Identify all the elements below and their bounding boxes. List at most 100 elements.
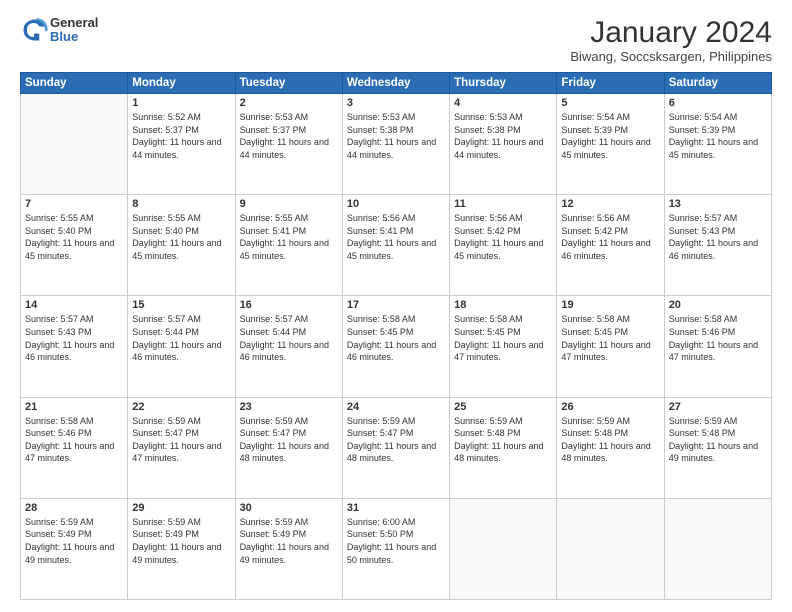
header: General Blue January 2024 Biwang, Soccsk…: [20, 16, 772, 64]
day-header-wednesday: Wednesday: [342, 73, 449, 94]
calendar-cell: 15 Sunrise: 5:57 AM Sunset: 5:44 PM Dayli…: [128, 296, 235, 397]
cell-day-number: 17: [347, 299, 445, 311]
calendar-cell: 14 Sunrise: 5:57 AM Sunset: 5:43 PM Dayli…: [21, 296, 128, 397]
cell-day-number: 10: [347, 198, 445, 210]
logo-icon: [20, 16, 48, 44]
calendar-cell: 25Sunrise: 5:59 AM Sunset: 5:48 PM Dayli…: [450, 397, 557, 498]
cell-day-number: 8: [132, 198, 230, 210]
cell-day-number: 1: [132, 97, 230, 109]
cell-day-number: 30: [240, 502, 338, 514]
cell-day-number: 27: [669, 401, 767, 413]
calendar-cell: 11Sunrise: 5:56 AM Sunset: 5:42 PM Dayli…: [450, 195, 557, 296]
cell-info: Sunrise: 5:59 AM Sunset: 5:49 PM Dayligh…: [25, 516, 123, 566]
calendar-cell: 29 Sunrise: 5:59 AM Sunset: 5:49 PM Dayli…: [128, 498, 235, 599]
cell-info: Sunrise: 5:59 AM Sunset: 5:48 PM Dayligh…: [454, 415, 552, 465]
cell-day-number: 12: [561, 198, 659, 210]
week-row-3: 21Sunrise: 5:58 AM Sunset: 5:46 PM Dayli…: [21, 397, 772, 498]
cell-day-number: 3: [347, 97, 445, 109]
cell-info: Sunrise: 5:52 AM Sunset: 5:37 PM Dayligh…: [132, 111, 230, 161]
logo-blue-text: Blue: [50, 30, 98, 44]
day-header-saturday: Saturday: [664, 73, 771, 94]
cell-info: Sunrise: 5:59 AM Sunset: 5:47 PM Dayligh…: [240, 415, 338, 465]
cell-info: Sunrise: 5:55 AM Sunset: 5:40 PM Dayligh…: [25, 212, 123, 262]
calendar-cell: 30 Sunrise: 5:59 AM Sunset: 5:49 PM Dayli…: [235, 498, 342, 599]
cell-day-number: 31: [347, 502, 445, 514]
calendar-cell: 27 Sunrise: 5:59 AM Sunset: 5:48 PM Dayli…: [664, 397, 771, 498]
calendar-cell: 17Sunrise: 5:58 AM Sunset: 5:45 PM Dayli…: [342, 296, 449, 397]
cell-day-number: 5: [561, 97, 659, 109]
calendar-cell: 12 Sunrise: 5:56 AM Sunset: 5:42 PM Dayli…: [557, 195, 664, 296]
cell-day-number: 4: [454, 97, 552, 109]
cell-info: Sunrise: 5:54 AM Sunset: 5:39 PM Dayligh…: [669, 111, 767, 161]
calendar-cell: 7Sunrise: 5:55 AM Sunset: 5:40 PM Daylig…: [21, 195, 128, 296]
cell-info: Sunrise: 5:56 AM Sunset: 5:42 PM Dayligh…: [561, 212, 659, 262]
cell-info: Sunrise: 5:59 AM Sunset: 5:49 PM Dayligh…: [132, 516, 230, 566]
cell-info: Sunrise: 5:58 AM Sunset: 5:46 PM Dayligh…: [669, 313, 767, 363]
cell-info: Sunrise: 5:58 AM Sunset: 5:45 PM Dayligh…: [454, 313, 552, 363]
subtitle: Biwang, Soccsksargen, Philippines: [570, 49, 772, 64]
calendar-cell: 19Sunrise: 5:58 AM Sunset: 5:45 PM Dayli…: [557, 296, 664, 397]
cell-info: Sunrise: 5:57 AM Sunset: 5:44 PM Dayligh…: [132, 313, 230, 363]
cell-info: Sunrise: 5:59 AM Sunset: 5:48 PM Dayligh…: [561, 415, 659, 465]
week-row-2: 14 Sunrise: 5:57 AM Sunset: 5:43 PM Dayli…: [21, 296, 772, 397]
logo-general-text: General: [50, 16, 98, 30]
calendar-cell: 6 Sunrise: 5:54 AM Sunset: 5:39 PM Daylig…: [664, 94, 771, 195]
day-header-sunday: Sunday: [21, 73, 128, 94]
cell-info: Sunrise: 5:53 AM Sunset: 5:38 PM Dayligh…: [347, 111, 445, 161]
cell-info: Sunrise: 5:58 AM Sunset: 5:46 PM Dayligh…: [25, 415, 123, 465]
cell-info: Sunrise: 5:59 AM Sunset: 5:47 PM Dayligh…: [132, 415, 230, 465]
week-row-1: 7Sunrise: 5:55 AM Sunset: 5:40 PM Daylig…: [21, 195, 772, 296]
calendar-cell: 8 Sunrise: 5:55 AM Sunset: 5:40 PM Daylig…: [128, 195, 235, 296]
calendar-cell: 24 Sunrise: 5:59 AM Sunset: 5:47 PM Dayli…: [342, 397, 449, 498]
calendar-cell: 23 Sunrise: 5:59 AM Sunset: 5:47 PM Dayli…: [235, 397, 342, 498]
calendar-cell: [664, 498, 771, 599]
cell-info: Sunrise: 5:54 AM Sunset: 5:39 PM Dayligh…: [561, 111, 659, 161]
day-header-friday: Friday: [557, 73, 664, 94]
calendar-cell: 1 Sunrise: 5:52 AM Sunset: 5:37 PM Daylig…: [128, 94, 235, 195]
cell-info: Sunrise: 5:57 AM Sunset: 5:43 PM Dayligh…: [25, 313, 123, 363]
calendar-cell: [21, 94, 128, 195]
calendar-cell: 31 Sunrise: 6:00 AM Sunset: 5:50 PM Dayli…: [342, 498, 449, 599]
cell-info: Sunrise: 5:59 AM Sunset: 5:48 PM Dayligh…: [669, 415, 767, 465]
cell-day-number: 26: [561, 401, 659, 413]
cell-day-number: 15: [132, 299, 230, 311]
cell-info: Sunrise: 5:59 AM Sunset: 5:47 PM Dayligh…: [347, 415, 445, 465]
cell-info: Sunrise: 5:55 AM Sunset: 5:41 PM Dayligh…: [240, 212, 338, 262]
calendar-cell: 21Sunrise: 5:58 AM Sunset: 5:46 PM Dayli…: [21, 397, 128, 498]
cell-day-number: 22: [132, 401, 230, 413]
cell-info: Sunrise: 5:56 AM Sunset: 5:41 PM Dayligh…: [347, 212, 445, 262]
cell-day-number: 14: [25, 299, 123, 311]
day-header-monday: Monday: [128, 73, 235, 94]
calendar-cell: 9Sunrise: 5:55 AM Sunset: 5:41 PM Daylig…: [235, 195, 342, 296]
cell-info: Sunrise: 6:00 AM Sunset: 5:50 PM Dayligh…: [347, 516, 445, 566]
cell-day-number: 18: [454, 299, 552, 311]
calendar-header-row: SundayMondayTuesdayWednesdayThursdayFrid…: [21, 73, 772, 94]
cell-day-number: 23: [240, 401, 338, 413]
calendar-cell: 3 Sunrise: 5:53 AM Sunset: 5:38 PM Daylig…: [342, 94, 449, 195]
cell-day-number: 6: [669, 97, 767, 109]
cell-info: Sunrise: 5:57 AM Sunset: 5:44 PM Dayligh…: [240, 313, 338, 363]
cell-info: Sunrise: 5:57 AM Sunset: 5:43 PM Dayligh…: [669, 212, 767, 262]
calendar-cell: 5 Sunrise: 5:54 AM Sunset: 5:39 PM Daylig…: [557, 94, 664, 195]
cell-info: Sunrise: 5:59 AM Sunset: 5:49 PM Dayligh…: [240, 516, 338, 566]
calendar-cell: 2Sunrise: 5:53 AM Sunset: 5:37 PM Daylig…: [235, 94, 342, 195]
calendar-cell: 28 Sunrise: 5:59 AM Sunset: 5:49 PM Dayli…: [21, 498, 128, 599]
calendar-cell: 20 Sunrise: 5:58 AM Sunset: 5:46 PM Dayli…: [664, 296, 771, 397]
cell-info: Sunrise: 5:58 AM Sunset: 5:45 PM Dayligh…: [561, 313, 659, 363]
cell-info: Sunrise: 5:55 AM Sunset: 5:40 PM Dayligh…: [132, 212, 230, 262]
cell-day-number: 11: [454, 198, 552, 210]
cell-day-number: 29: [132, 502, 230, 514]
cell-day-number: 16: [240, 299, 338, 311]
cell-day-number: 24: [347, 401, 445, 413]
week-row-4: 28 Sunrise: 5:59 AM Sunset: 5:49 PM Dayli…: [21, 498, 772, 599]
calendar-cell: 10 Sunrise: 5:56 AM Sunset: 5:41 PM Dayli…: [342, 195, 449, 296]
day-header-tuesday: Tuesday: [235, 73, 342, 94]
calendar-cell: [557, 498, 664, 599]
logo-text: General Blue: [50, 16, 98, 45]
calendar-cell: 18 Sunrise: 5:58 AM Sunset: 5:45 PM Dayli…: [450, 296, 557, 397]
title-block: January 2024 Biwang, Soccsksargen, Phili…: [570, 16, 772, 64]
cell-day-number: 28: [25, 502, 123, 514]
day-header-thursday: Thursday: [450, 73, 557, 94]
cell-info: Sunrise: 5:53 AM Sunset: 5:37 PM Dayligh…: [240, 111, 338, 161]
cell-day-number: 20: [669, 299, 767, 311]
